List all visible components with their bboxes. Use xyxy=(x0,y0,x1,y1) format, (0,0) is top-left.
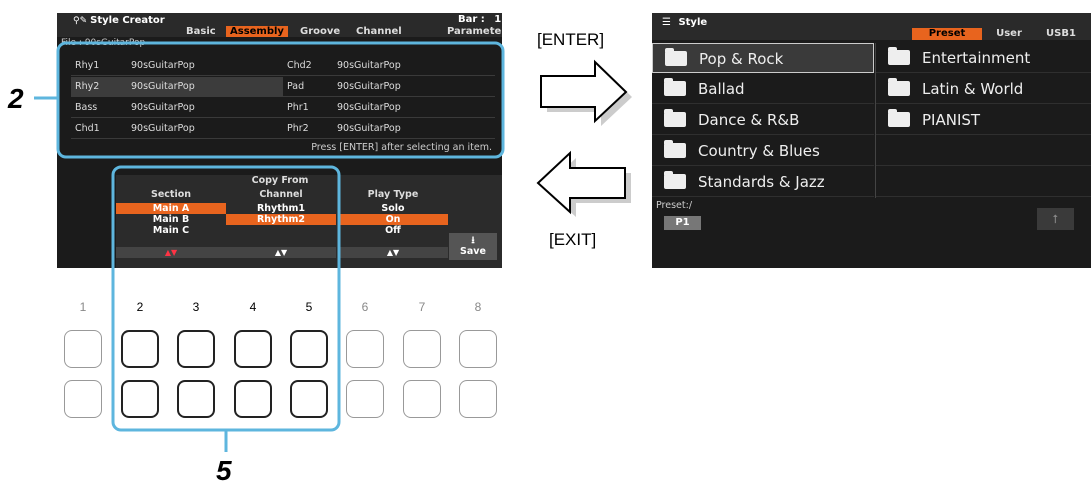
exit-label: [EXIT] xyxy=(549,230,597,249)
button-4-lower[interactable] xyxy=(234,380,272,418)
button-number-7: 7 xyxy=(418,300,426,314)
button-number-2: 2 xyxy=(136,300,144,314)
button-5-lower[interactable] xyxy=(290,380,328,418)
button-6-lower[interactable] xyxy=(346,380,384,418)
button-3-upper[interactable] xyxy=(177,330,215,368)
button-5-upper[interactable] xyxy=(290,330,328,368)
callout-box-2 xyxy=(56,41,505,159)
exit-arrow-icon xyxy=(536,150,631,217)
button-6-upper[interactable] xyxy=(346,330,384,368)
button-8-lower[interactable] xyxy=(459,380,497,418)
step-number-2: 2 xyxy=(8,83,24,114)
button-2-lower[interactable] xyxy=(121,380,159,418)
button-number-8: 8 xyxy=(474,300,482,314)
enter-arrow-icon xyxy=(540,59,632,126)
button-2-upper[interactable] xyxy=(121,330,159,368)
button-7-upper[interactable] xyxy=(403,330,441,368)
button-number-5: 5 xyxy=(305,300,313,314)
button-number-6: 6 xyxy=(361,300,369,314)
button-8-upper[interactable] xyxy=(459,330,497,368)
button-4-upper[interactable] xyxy=(234,330,272,368)
button-1-upper[interactable] xyxy=(64,330,102,368)
button-3-lower[interactable] xyxy=(177,380,215,418)
button-number-4: 4 xyxy=(249,300,257,314)
button-7-lower[interactable] xyxy=(403,380,441,418)
step-number-5: 5 xyxy=(216,455,232,486)
button-1-lower[interactable] xyxy=(64,380,102,418)
enter-label: [ENTER] xyxy=(537,30,605,49)
button-number-1: 1 xyxy=(79,300,87,314)
button-number-3: 3 xyxy=(192,300,200,314)
annotation-layer xyxy=(34,41,632,452)
